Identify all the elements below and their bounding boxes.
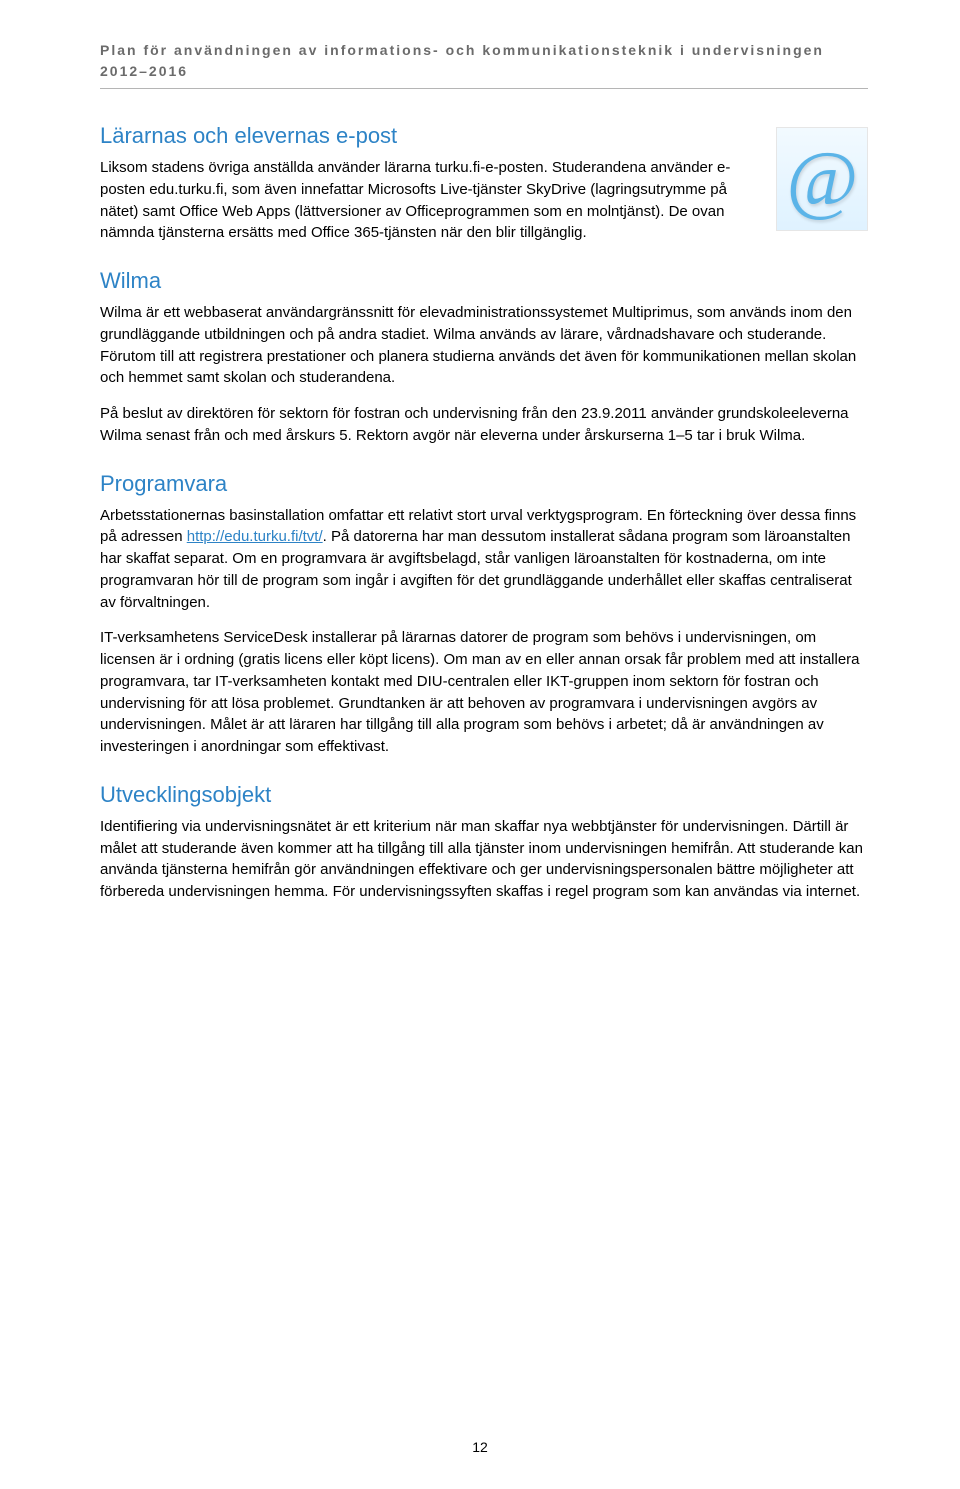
paragraph-programvara-2: IT-verksamhetens ServiceDesk installerar… (100, 627, 868, 758)
running-header-line1: Plan för användningen av informations- o… (100, 42, 824, 58)
page-number: 12 (0, 1439, 960, 1455)
section-wilma: Wilma Wilma är ett webbaserat användargr… (100, 268, 868, 447)
section-utveckling: Utvecklingsobjekt Identifiering via unde… (100, 782, 868, 903)
heading-epost: Lärarnas och elevernas e-post (100, 123, 868, 149)
running-header: Plan för användningen av informations- o… (100, 40, 868, 89)
paragraph-utveckling-1: Identifiering via undervisningsnätet är … (100, 816, 868, 903)
paragraph-wilma-2: På beslut av direktören för sektorn för … (100, 403, 868, 447)
paragraph-epost-1: Liksom stadens övriga anställda använder… (100, 157, 868, 244)
running-header-line2: 2012–2016 (100, 63, 188, 79)
document-page: Plan för användningen av informations- o… (0, 0, 960, 1489)
section-programvara: Programvara Arbetsstationernas basinstal… (100, 471, 868, 758)
programvara-link[interactable]: http://edu.turku.fi/tvt/ (187, 528, 323, 545)
heading-utveckling: Utvecklingsobjekt (100, 782, 868, 808)
paragraph-wilma-1: Wilma är ett webbaserat användargränssni… (100, 302, 868, 389)
section-epost: @ Lärarnas och elevernas e-post Liksom s… (100, 123, 868, 244)
at-glyph: @ (786, 140, 858, 218)
heading-programvara: Programvara (100, 471, 868, 497)
heading-wilma: Wilma (100, 268, 868, 294)
at-sign-icon: @ (776, 127, 868, 231)
paragraph-programvara-1: Arbetsstationernas basinstallation omfat… (100, 505, 868, 614)
